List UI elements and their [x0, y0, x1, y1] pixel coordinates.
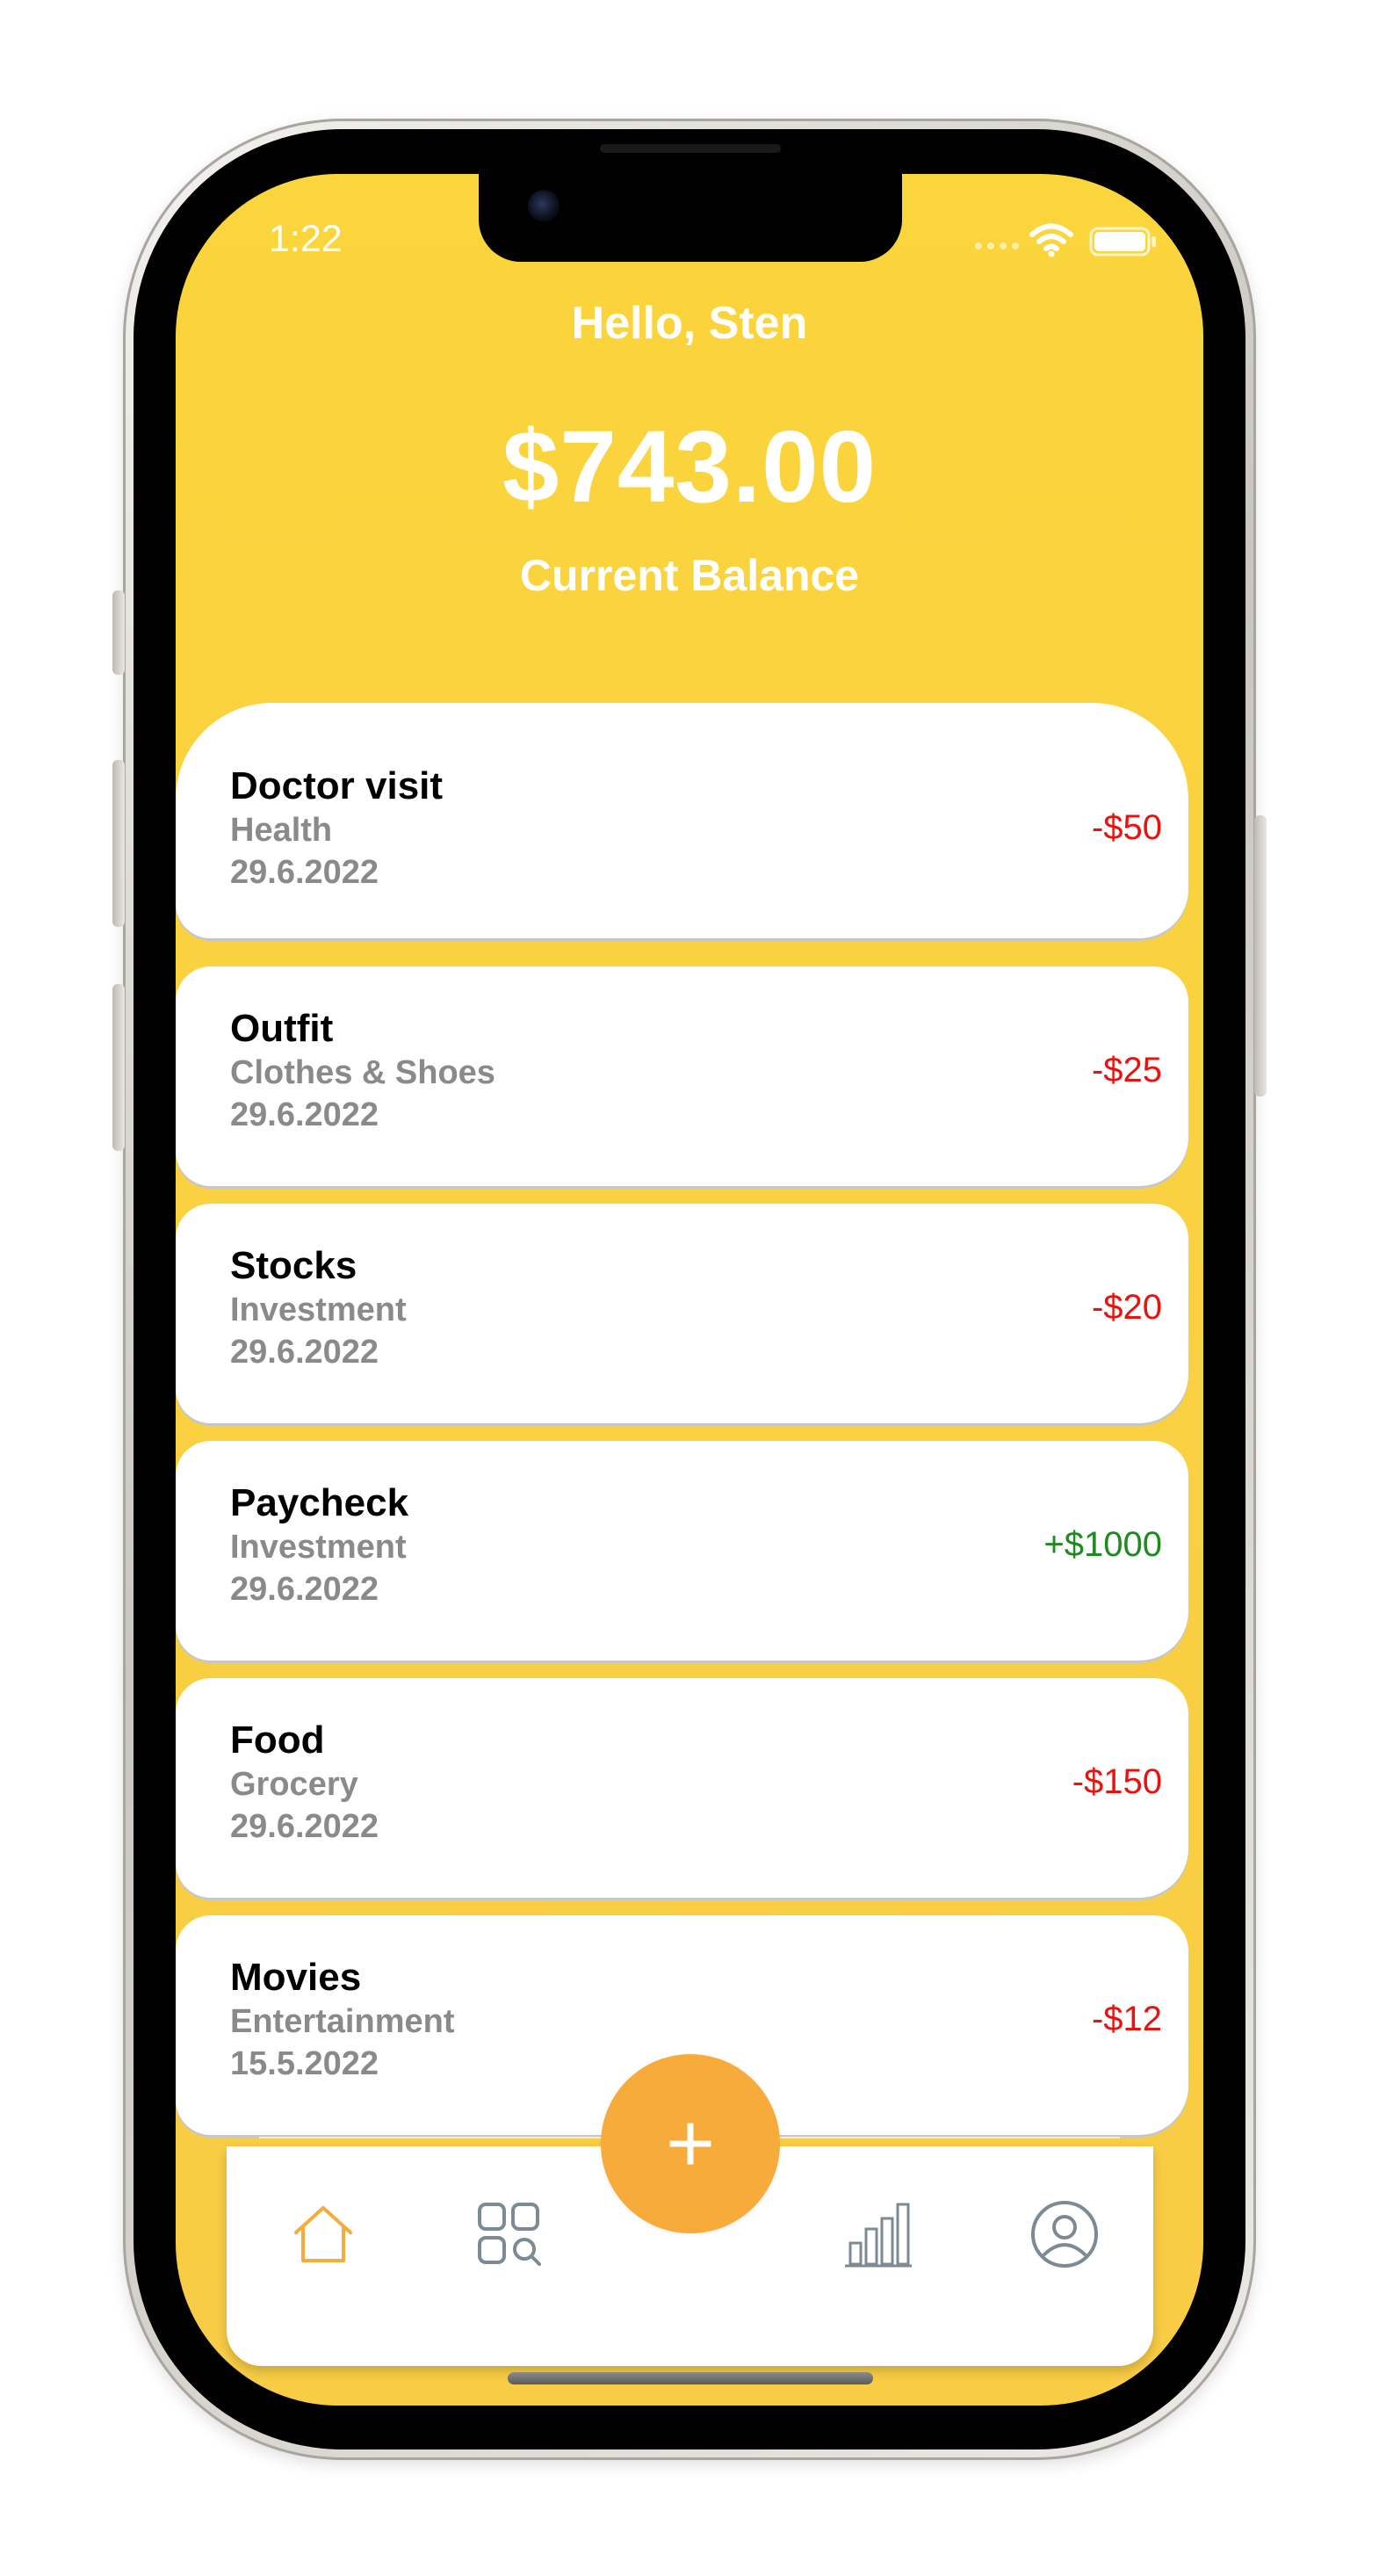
front-camera-icon [528, 190, 560, 221]
transaction-amount: -$12 [1091, 2000, 1162, 2038]
transaction-amount: -$20 [1091, 1288, 1162, 1327]
tab-categories[interactable] [470, 2195, 549, 2274]
home-indicator[interactable] [508, 2372, 873, 2384]
tab-profile[interactable] [1025, 2195, 1104, 2274]
transaction-title: Doctor visit [230, 764, 444, 807]
categories-search-icon [478, 2203, 541, 2266]
transaction-amount: -$25 [1091, 1051, 1162, 1089]
transaction-date: 29.6.2022 [230, 1808, 379, 1845]
transaction-date: 15.5.2022 [230, 2045, 379, 2082]
bar-chart-icon [845, 2203, 912, 2268]
transaction-date: 29.6.2022 [230, 1096, 379, 1133]
transaction-category: Grocery [230, 1766, 358, 1803]
add-transaction-button[interactable]: + [601, 2054, 780, 2233]
tab-home[interactable] [284, 2195, 363, 2274]
transaction-category: Investment [230, 1529, 407, 1566]
transaction-row[interactable]: Doctor visit Health 29.6.2022 -$50 [176, 703, 1188, 938]
transaction-title: Outfit [230, 1007, 334, 1050]
signal-dots-icon [975, 242, 1019, 250]
balance-label: Current Balance [519, 551, 860, 600]
power-button [1254, 815, 1267, 1096]
speaker-grille [600, 144, 781, 153]
wifi-icon [1029, 223, 1073, 257]
transaction-category: Entertainment [230, 2003, 455, 2040]
transaction-title: Food [230, 1719, 325, 1762]
transaction-date: 29.6.2022 [230, 1571, 379, 1608]
transaction-row[interactable]: Outfit Clothes & Shoes 29.6.2022 -$25 [176, 966, 1188, 1186]
battery-icon [1089, 227, 1156, 257]
transaction-category: Health [230, 812, 333, 849]
add-icon: + [665, 2096, 716, 2190]
profile-icon [1031, 2201, 1098, 2268]
transaction-date: 29.6.2022 [230, 854, 379, 891]
transaction-title: Movies [230, 1956, 362, 1999]
transaction-title: Paycheck [230, 1481, 409, 1524]
transaction-category: Clothes & Shoes [230, 1054, 495, 1091]
volume-down-button [112, 984, 125, 1151]
app-screen: 1:22 Hello, Sten $743.00 Current Balance… [176, 174, 1203, 2406]
transaction-row[interactable]: Stocks Investment 29.6.2022 -$20 [176, 1204, 1188, 1423]
notch [479, 174, 902, 262]
balance-amount: $743.00 [502, 409, 877, 524]
volume-up-button [112, 760, 125, 927]
mute-switch [112, 590, 125, 675]
transaction-date: 29.6.2022 [230, 1334, 379, 1371]
transaction-amount: +$1000 [1043, 1525, 1162, 1564]
transaction-amount: -$50 [1091, 808, 1162, 847]
home-icon [294, 2206, 352, 2262]
transaction-row[interactable]: Food Grocery 29.6.2022 -$150 [176, 1678, 1188, 1898]
tab-statistics[interactable] [839, 2195, 918, 2274]
status-time: 1:22 [269, 218, 343, 260]
transaction-amount: -$150 [1072, 1762, 1162, 1801]
greeting-text: Hello, Sten [571, 298, 808, 349]
transaction-row[interactable]: Paycheck Investment 29.6.2022 +$1000 [176, 1441, 1188, 1661]
transaction-title: Stocks [230, 1244, 357, 1287]
transaction-category: Investment [230, 1292, 407, 1328]
